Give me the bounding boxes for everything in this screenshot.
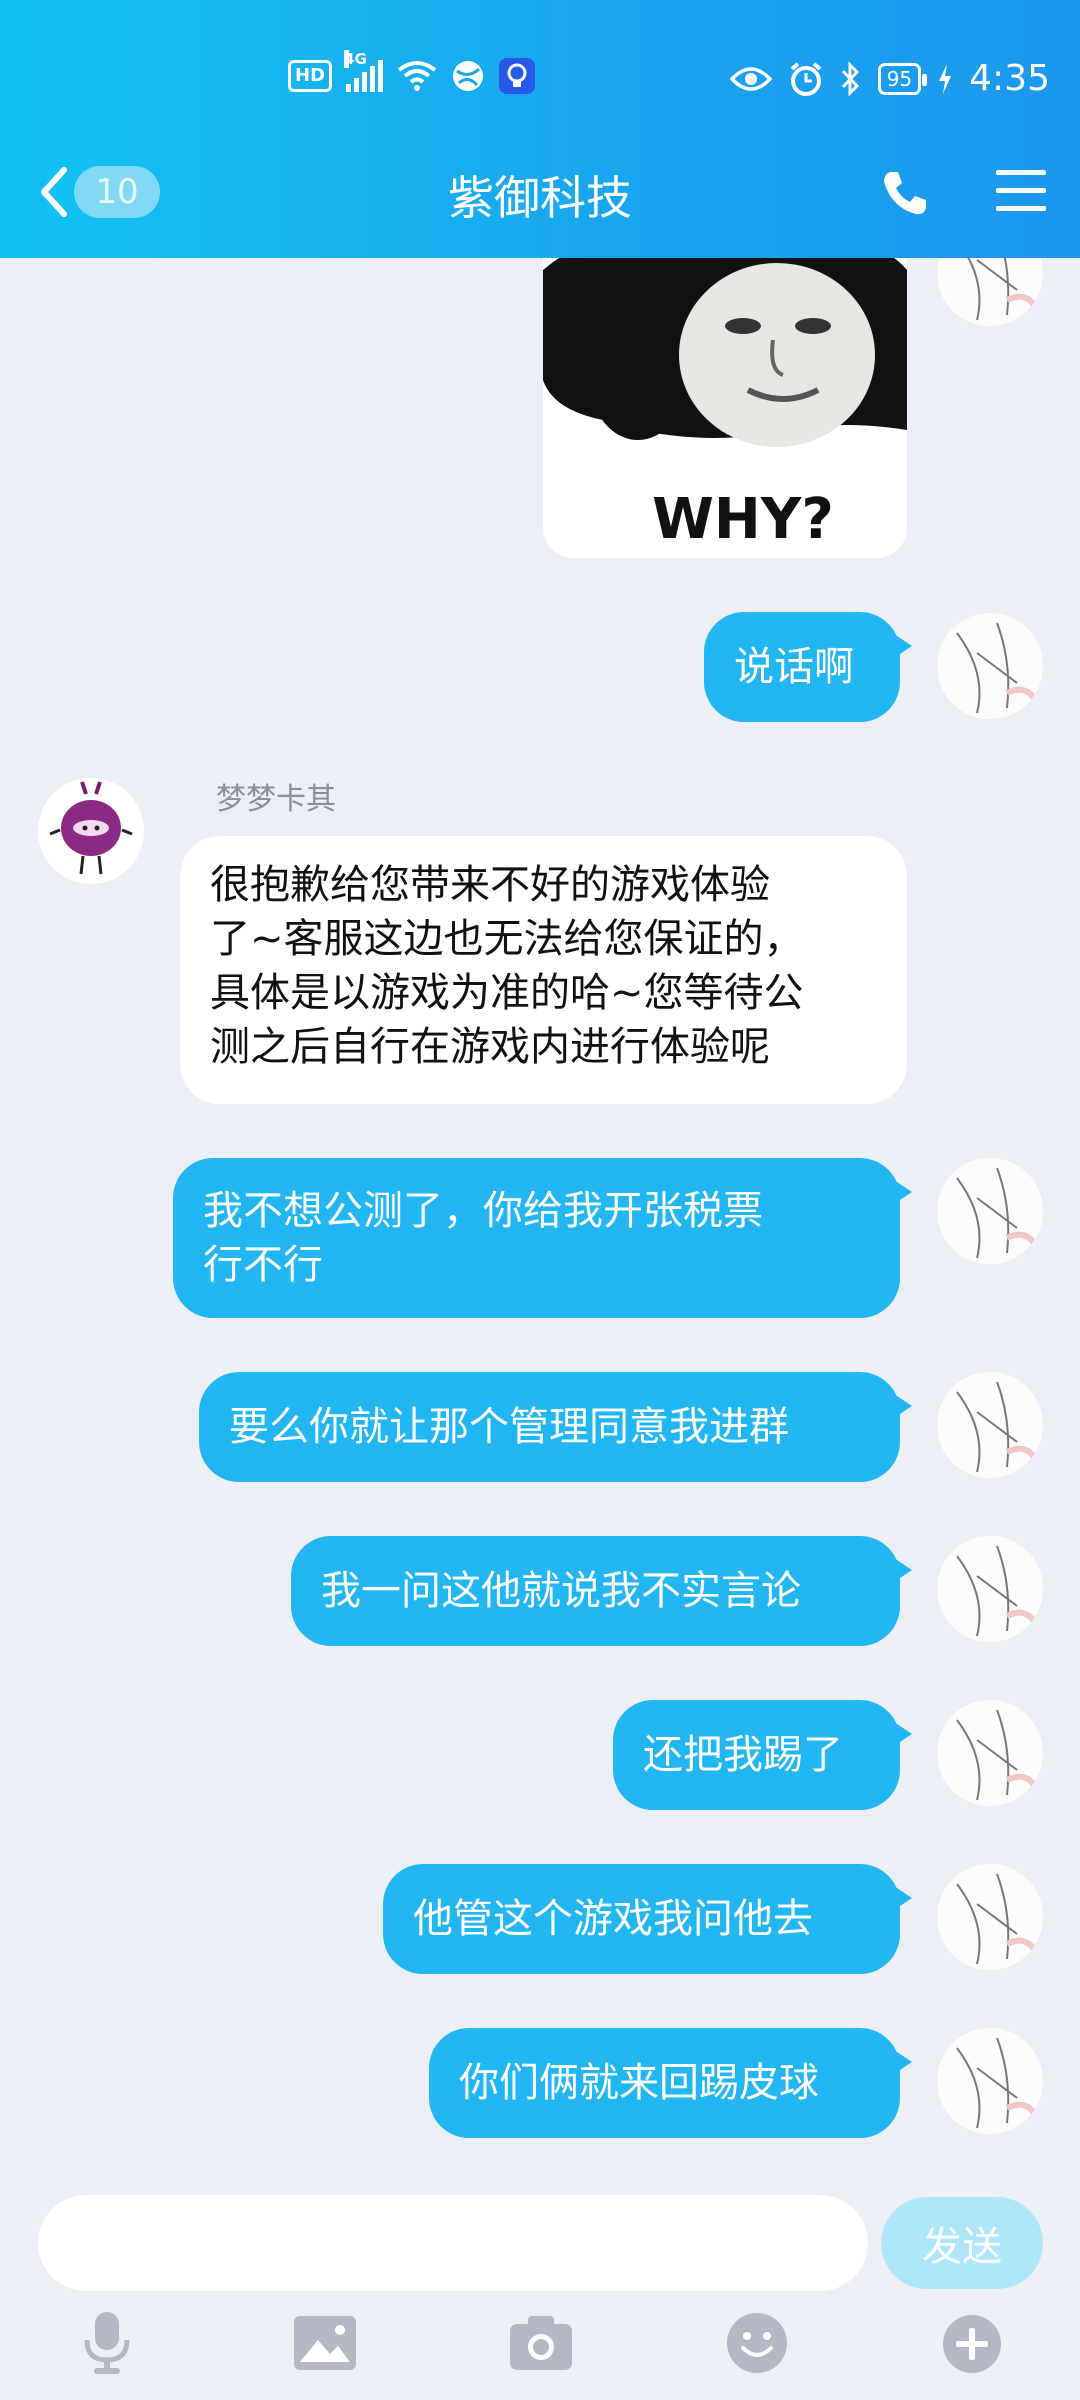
microphone-icon[interactable] (82, 2310, 132, 2376)
message-text: 我一问这他就说我不实言论 (321, 1568, 801, 1614)
message-text-line: 我不想公测了，你给我开张税票 (203, 1188, 763, 1234)
my-avatar[interactable] (937, 1372, 1043, 1478)
outgoing-message[interactable]: 他管这个游戏我问他去 (383, 1864, 912, 1974)
image-icon[interactable] (294, 2316, 356, 2370)
sticker-message[interactable]: WHY? (543, 230, 907, 558)
outgoing-message[interactable]: 你们俩就来回踢皮球 (429, 2028, 912, 2138)
my-avatar[interactable] (937, 1700, 1043, 1806)
outgoing-message[interactable]: 我一问这他就说我不实言论 (291, 1536, 912, 1646)
clock-time: 4:35 (969, 58, 1050, 99)
message-text-line: 很抱歉给您带来不好的游戏体验 (210, 862, 770, 908)
browser-globe-icon (453, 61, 484, 91)
message-text-line: 具体是以游戏为准的哈~您等待公 (210, 970, 804, 1016)
bluetooth-icon (841, 60, 859, 97)
message-text: 要么你就让那个管理同意我进群 (229, 1404, 789, 1450)
navigation-bar: 10 紫御科技 (0, 150, 1080, 236)
header-bar: HD 4G 95 4:35 10 紫御科技 (0, 0, 1080, 258)
message-text: 还把我踢了 (643, 1732, 843, 1778)
sender-name: 梦梦卡其 (216, 782, 336, 817)
message-text-line: 行不行 (203, 1242, 323, 1288)
hd-voice-badge: HD (288, 60, 333, 92)
panda-meme-sticker: WHY? (543, 230, 907, 552)
outgoing-message[interactable]: 我不想公测了，你给我开张税票 行不行 (173, 1158, 912, 1318)
outgoing-message[interactable]: 还把我踢了 (613, 1700, 912, 1810)
send-button[interactable]: 发送 (881, 2197, 1043, 2289)
phone-icon[interactable] (880, 168, 930, 218)
menu-icon[interactable] (996, 168, 1046, 214)
outgoing-message[interactable]: 要么你就让那个管理同意我进群 (199, 1372, 912, 1482)
message-text: 他管这个游戏我问他去 (413, 1896, 813, 1942)
message-text-line: 了~客服这边也无法给您保证的， (210, 916, 804, 962)
my-avatar[interactable] (937, 2028, 1043, 2134)
camera-icon[interactable] (510, 2314, 572, 2370)
eye-comfort-icon (729, 66, 772, 91)
cellular-signal-icon: 4G (344, 50, 384, 92)
sticker-caption: WHY? (652, 487, 834, 552)
notification-app-icon (499, 58, 536, 94)
my-avatar[interactable] (937, 1158, 1043, 1264)
my-avatar[interactable] (937, 613, 1043, 719)
my-avatar[interactable] (937, 1864, 1043, 1970)
charging-icon (939, 63, 952, 94)
input-toolbar (0, 2310, 1080, 2380)
status-bar: HD 4G 95 4:35 (0, 48, 1080, 112)
message-input[interactable] (38, 2195, 868, 2291)
message-text-line: 测之后自行在游戏内进行体验呢 (210, 1024, 770, 1070)
incoming-message[interactable]: 很抱歉给您带来不好的游戏体验 了~客服这边也无法给您保证的， 具体是以游戏为准的… (180, 836, 907, 1104)
my-avatar[interactable] (937, 1536, 1043, 1642)
network-type-label: 4G (344, 50, 367, 68)
plus-icon[interactable] (942, 2314, 1002, 2374)
outgoing-message[interactable]: 说话啊 (704, 612, 912, 722)
message-text: 说话啊 (734, 644, 854, 690)
message-text: 你们俩就来回踢皮球 (459, 2060, 819, 2106)
emoji-icon[interactable] (726, 2312, 788, 2374)
battery-indicator: 95 (877, 62, 928, 95)
contact-avatar[interactable] (38, 778, 144, 884)
alarm-icon (790, 61, 821, 96)
wifi-icon (397, 61, 437, 91)
